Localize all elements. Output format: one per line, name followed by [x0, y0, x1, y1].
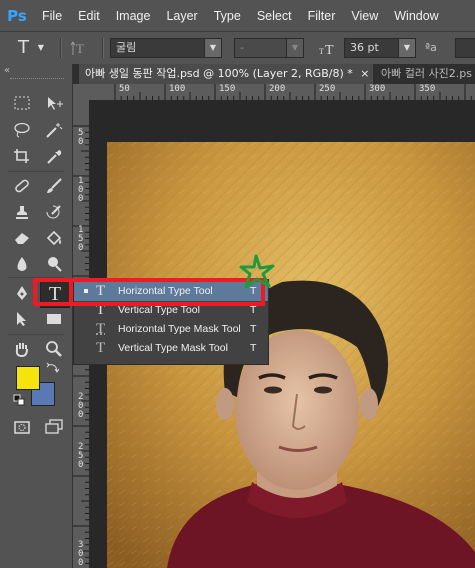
panel-grip[interactable]: [10, 78, 64, 82]
ruler-label: 200: [269, 84, 286, 94]
chevron-down-icon: ▼: [286, 39, 303, 57]
chevron-down-icon: ▼: [204, 39, 221, 57]
font-size-value: 36 pt: [350, 41, 379, 54]
anti-alias-select[interactable]: [455, 38, 475, 58]
collapse-icon[interactable]: «: [4, 65, 10, 76]
marquee-icon[interactable]: [10, 93, 34, 115]
photoshop-logo: Ps: [7, 6, 27, 25]
chevron-down-icon: ▼: [398, 39, 415, 57]
font-style-value: -: [240, 41, 244, 54]
eraser-icon[interactable]: [10, 227, 34, 249]
ruler-label: 0: [78, 194, 84, 204]
divider: [8, 171, 64, 172]
pen-icon[interactable]: [10, 282, 34, 304]
menu-type[interactable]: Type: [214, 9, 241, 23]
menu-select[interactable]: Select: [257, 9, 292, 23]
clone-stamp-icon[interactable]: [10, 201, 34, 223]
divider: [60, 38, 62, 58]
chevron-down-icon: ▼: [37, 43, 44, 52]
menu-filter[interactable]: Filter: [308, 9, 336, 23]
divider: [8, 334, 64, 335]
zoom-icon[interactable]: [42, 338, 66, 360]
svg-text:T: T: [76, 41, 84, 56]
tool-preset-picker[interactable]: T ▼: [18, 38, 48, 58]
font-family-select[interactable]: 굴림 ▼: [110, 38, 222, 58]
font-size-icon: T T: [318, 38, 338, 58]
path-selection-icon[interactable]: [10, 308, 34, 330]
divider: [102, 38, 104, 58]
ruler-label: 100: [169, 84, 186, 94]
type-tool-icon: T: [18, 37, 29, 58]
tab-label: 아빠 생일 동판 작업.psd @ 100% (Layer 2, RGB/8) …: [85, 67, 353, 80]
options-bar: T ▼ T 굴림 ▼ - ▼ T T 36 pt ▼ ªa: [0, 31, 475, 66]
menu-image[interactable]: Image: [116, 9, 151, 23]
menu-file[interactable]: File: [42, 9, 62, 23]
ruler-label: 0: [78, 558, 84, 568]
eyedropper-icon[interactable]: [42, 145, 66, 167]
font-family-value: 굴림: [116, 41, 137, 54]
menu-layer[interactable]: Layer: [166, 9, 197, 23]
hand-icon[interactable]: [10, 338, 34, 360]
ruler-label: 50: [119, 84, 130, 94]
magic-wand-icon[interactable]: [42, 119, 66, 141]
ruler-label: 300: [369, 84, 386, 94]
menu-view[interactable]: View: [351, 9, 378, 23]
move-tool-icon[interactable]: [42, 93, 66, 115]
document-tabs: 아빠 생일 동판 작업.psd @ 100% (Layer 2, RGB/8) …: [73, 64, 475, 84]
flyout-item-label: Horizontal Type Mask Tool: [118, 323, 241, 335]
ruler-label: 0: [78, 410, 84, 420]
screen-mode-icon[interactable]: [42, 416, 66, 438]
shortcut-key: T: [250, 323, 257, 335]
history-brush-icon[interactable]: [42, 201, 66, 223]
flyout-item-label: Vertical Type Mask Tool: [118, 342, 228, 354]
blur-icon[interactable]: [10, 253, 34, 275]
tab-active-document[interactable]: 아빠 생일 동판 작업.psd @ 100% (Layer 2, RGB/8) …: [79, 64, 373, 84]
ruler-origin[interactable]: [73, 84, 89, 100]
tools-panel: « T: [0, 64, 73, 568]
rectangle-icon[interactable]: [42, 308, 66, 330]
menu-window[interactable]: Window: [394, 9, 438, 23]
tab-other-document[interactable]: 아빠 컬러 사진2.ps: [373, 64, 475, 84]
swap-colors-icon[interactable]: [46, 362, 60, 374]
svg-text:T: T: [319, 47, 324, 56]
star-annotation-icon: [239, 254, 275, 289]
ruler-label: 0: [78, 243, 84, 253]
ruler-label: 250: [319, 84, 336, 94]
default-colors-icon[interactable]: [13, 394, 25, 406]
dodge-icon[interactable]: [42, 253, 66, 275]
vertical-type-mask-icon: T: [96, 340, 106, 356]
anti-alias-icon: ªa: [425, 41, 437, 54]
ruler-label: 150: [219, 84, 236, 94]
ruler-label: 350: [419, 84, 436, 94]
lasso-icon[interactable]: [10, 119, 34, 141]
foreground-color-swatch-top: [16, 366, 40, 390]
close-icon[interactable]: ×: [360, 67, 369, 80]
shortcut-key: T: [250, 342, 257, 354]
tab-label: 아빠 컬러 사진2.ps: [381, 67, 472, 80]
svg-text:T: T: [325, 43, 334, 58]
text-orientation-toggle[interactable]: T: [70, 38, 96, 58]
flyout-item-horizontal-type-mask[interactable]: T Horizontal Type Mask Tool T: [74, 320, 268, 339]
font-style-select[interactable]: - ▼: [234, 38, 304, 58]
horizontal-type-mask-icon: T: [96, 321, 106, 337]
brush-icon[interactable]: [42, 175, 66, 197]
ruler-label: 0: [78, 137, 84, 147]
text-orientation-icon: T: [70, 41, 84, 56]
crop-icon[interactable]: [10, 145, 34, 167]
quick-mask-icon[interactable]: [10, 416, 34, 438]
paint-bucket-icon[interactable]: [42, 227, 66, 249]
healing-brush-icon[interactable]: [10, 175, 34, 197]
ruler-label: 0: [78, 460, 84, 470]
font-size-select[interactable]: 36 pt ▼: [344, 38, 416, 58]
menu-bar: Ps File Edit Image Layer Type Select Fil…: [0, 0, 475, 31]
menu-edit[interactable]: Edit: [78, 9, 100, 23]
flyout-item-vertical-type-mask[interactable]: T Vertical Type Mask Tool T: [74, 339, 268, 358]
horizontal-ruler: 50 100 150 200 250 300 350: [89, 84, 475, 101]
highlight-box-tool-annotation: [33, 278, 73, 306]
